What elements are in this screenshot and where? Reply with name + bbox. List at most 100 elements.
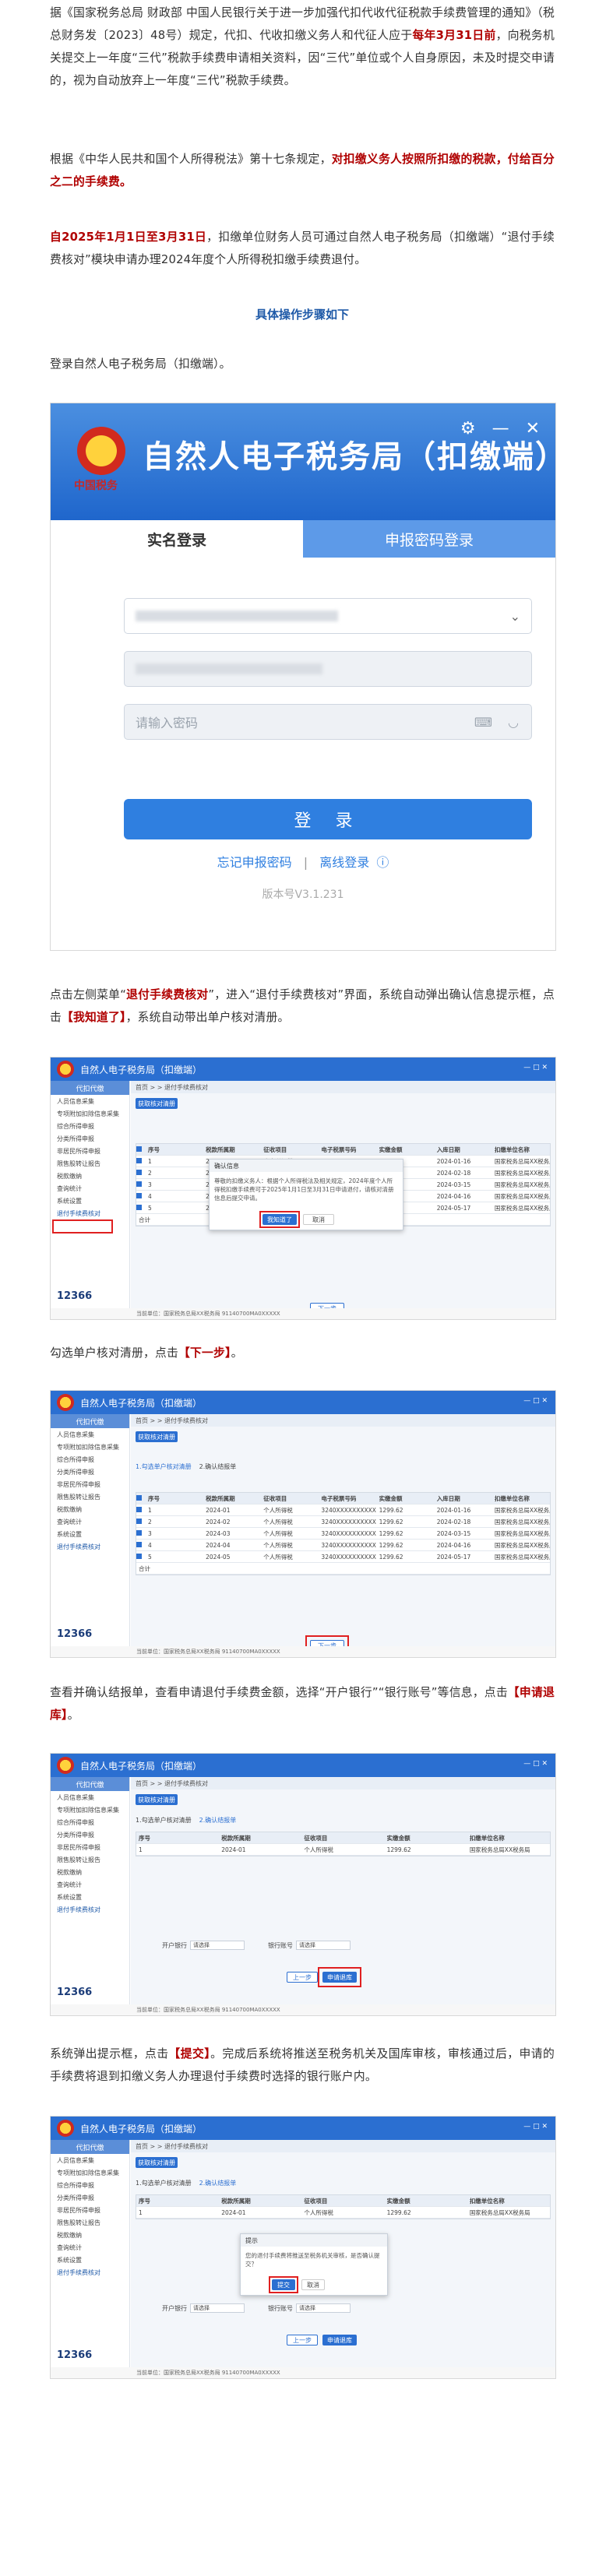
- password-input[interactable]: 请输入密码 ⌨ ◡: [124, 704, 532, 740]
- sidebar-item-refund-check[interactable]: 退付手续费核对: [51, 1903, 129, 1916]
- dialog-text: 尊敬的扣缴义务人：根据个人所得税法及相关规定，2024年度个人所得税扣缴手续费可…: [214, 1177, 394, 1202]
- step2-text: 点击左侧菜单“退付手续费核对”，进入“退付手续费核对”界面，系统自动弹出确认信息…: [50, 988, 555, 1024]
- sidebar-item[interactable]: 非居民所得申报: [51, 1145, 129, 1157]
- tab-step2[interactable]: 2.确认结报单: [199, 1816, 237, 1825]
- sidebar-item[interactable]: 限售股转让报告: [51, 2216, 129, 2229]
- bank-select[interactable]: 请选择: [190, 1941, 245, 1950]
- login-button[interactable]: 登 录: [124, 799, 532, 839]
- close-icon[interactable]: ✕: [526, 419, 540, 438]
- intro-paragraph: 据《国家税务总局 财政部 中国人民银行关于进一步加强代扣代收代征税款手续费管理的…: [50, 6, 555, 87]
- sidebar-item-refund-check[interactable]: 退付手续费核对: [51, 1207, 129, 1219]
- bank-row: 开户银行 请选择 银行账号 请选择: [162, 2303, 351, 2313]
- breadcrumb: 首页 > > 退付手续费核对: [131, 1414, 555, 1427]
- get-list-button[interactable]: 获取核对清册: [136, 1098, 178, 1109]
- keyboard-icon[interactable]: ⌨: [474, 715, 492, 730]
- sidebar-item[interactable]: 专项附加扣除信息采集: [51, 1804, 129, 1816]
- prev-button[interactable]: 上一步: [287, 2335, 318, 2345]
- chevron-down-icon: ⌄: [509, 608, 520, 624]
- tax-logo-icon: [57, 1394, 74, 1411]
- sidebar-item[interactable]: 分类所得申报: [51, 1132, 129, 1145]
- sidebar-item[interactable]: 限售股转让报告: [51, 1157, 129, 1170]
- emblem-caption: 中国税务: [74, 480, 118, 492]
- minimize-icon[interactable]: —: [492, 419, 509, 438]
- get-list-button[interactable]: 获取核对清册: [136, 1794, 178, 1805]
- get-list-button[interactable]: 获取核对清册: [136, 1431, 178, 1442]
- sidebar-item[interactable]: 分类所得申报: [51, 2191, 129, 2204]
- sidebar-item[interactable]: 查询统计: [51, 1515, 129, 1528]
- account-select[interactable]: 请选择: [296, 1941, 351, 1950]
- sidebar-item[interactable]: 人员信息采集: [51, 1428, 129, 1441]
- eye-icon[interactable]: ◡: [508, 715, 519, 730]
- step5-text: 系统弹出提示框，点击【提交】。完成后系统将推送至税务机关及国库审核，审核通过后，…: [50, 2047, 555, 2083]
- settings-icon[interactable]: ⚙: [460, 419, 476, 438]
- highlight-box: [269, 2276, 298, 2293]
- data-table: 序号 税款所属期 征收项目 电子税票号码 实缴金额 入库日期 扣缴单位名称 1 2024-01…: [136, 1492, 551, 1575]
- sidebar: 代扣代缴 人员信息采集 专项附加扣除信息采集 综合所得申报 分类所得申报 非居民…: [51, 1777, 130, 2015]
- sidebar-item[interactable]: 税款缴纳: [51, 2229, 129, 2241]
- sidebar-item[interactable]: 非居民所得申报: [51, 1478, 129, 1490]
- sidebar-item[interactable]: 人员信息采集: [51, 2154, 129, 2166]
- table-row[interactable]: 12024-01个人所得税3240XXXXXXXXXX1299.622024-0…: [136, 1504, 550, 1516]
- user-field[interactable]: [124, 651, 532, 687]
- app-header: 自然人电子税务局（扣缴端） — □ ✕: [51, 1391, 555, 1414]
- tab-password-login[interactable]: 申报密码登录: [303, 520, 555, 558]
- sidebar-item[interactable]: 非居民所得申报: [51, 2204, 129, 2216]
- table-row[interactable]: 32024-03个人所得税3240XXXXXXXXXX1299.622024-0…: [136, 1528, 550, 1540]
- sidebar-item[interactable]: 综合所得申报: [51, 2179, 129, 2191]
- sidebar-item[interactable]: 专项附加扣除信息采集: [51, 1441, 129, 1453]
- sidebar-item[interactable]: 税款缴纳: [51, 1866, 129, 1878]
- table-row[interactable]: 42024-04个人所得税3240XXXXXXXXXX1299.622024-0…: [136, 1540, 550, 1551]
- sidebar-header: 代扣代缴: [51, 1777, 129, 1791]
- sidebar-item[interactable]: 系统设置: [51, 1195, 129, 1207]
- app-header: 自然人电子税务局（扣缴端） — □ ✕: [51, 1754, 555, 1777]
- sidebar-item[interactable]: 税款缴纳: [51, 1170, 129, 1182]
- sidebar-item[interactable]: 分类所得申报: [51, 1828, 129, 1841]
- get-list-button[interactable]: 获取核对清册: [136, 2157, 178, 2168]
- forgot-password-link[interactable]: 忘记申报密码: [217, 855, 292, 870]
- dialog-cancel-button[interactable]: 取消: [303, 1214, 334, 1225]
- table-row[interactable]: 52024-05个人所得税3240XXXXXXXXXX1299.622024-0…: [136, 1551, 550, 1563]
- tab-step2[interactable]: 2.确认结报单: [199, 1462, 237, 1471]
- sidebar-item[interactable]: 系统设置: [51, 2254, 129, 2266]
- law-paragraph: 根据《中华人民共和国个人所得税法》第十七条规定，对扣缴义务人按照所扣缴的税款，付…: [50, 153, 555, 188]
- tab-step1[interactable]: 1.勾选单户核对清册: [136, 1816, 192, 1825]
- tab-real-name-login[interactable]: 实名登录: [51, 520, 303, 558]
- sidebar-item[interactable]: 综合所得申报: [51, 1120, 129, 1132]
- sidebar-item[interactable]: 专项附加扣除信息采集: [51, 1107, 129, 1120]
- dialog-cancel-button[interactable]: 取消: [301, 2279, 325, 2290]
- sidebar-item-refund-check[interactable]: 退付手续费核对: [51, 1540, 129, 1553]
- sidebar-item[interactable]: 非居民所得申报: [51, 1841, 129, 1853]
- sidebar-item[interactable]: 税款缴纳: [51, 1503, 129, 1515]
- prev-button[interactable]: 上一步: [287, 1972, 318, 1983]
- app-screenshot-report: 自然人电子税务局（扣缴端） — □ ✕ 代扣代缴 人员信息采集 专项附加扣除信息…: [50, 1753, 556, 2016]
- unit-select[interactable]: ⌄: [124, 598, 532, 634]
- sidebar-item[interactable]: 限售股转让报告: [51, 1853, 129, 1866]
- sidebar-item[interactable]: 查询统计: [51, 2241, 129, 2254]
- sidebar-item-refund-check[interactable]: 退付手续费核对: [51, 2266, 129, 2279]
- window-controls: — □ ✕: [523, 1064, 548, 1072]
- offline-login-link[interactable]: 离线登录: [319, 855, 369, 870]
- sidebar-item[interactable]: 查询统计: [51, 1878, 129, 1891]
- sidebar-item[interactable]: 综合所得申报: [51, 1453, 129, 1466]
- confirm-dialog: 确认信息 尊敬的扣缴义务人：根据个人所得税法及相关规定，2024年度个人所得税扣…: [209, 1159, 403, 1230]
- apply-refund-button[interactable]: 申请退库: [322, 2335, 357, 2345]
- sidebar-item[interactable]: 人员信息采集: [51, 1791, 129, 1804]
- sidebar-item[interactable]: 综合所得申报: [51, 1816, 129, 1828]
- step-tabs: 1.勾选单户核对清册 2.确认结报单: [136, 1816, 236, 1825]
- sidebar-item[interactable]: 限售股转让报告: [51, 1490, 129, 1503]
- sidebar-item[interactable]: 查询统计: [51, 1182, 129, 1195]
- table-row[interactable]: 22024-02个人所得税3240XXXXXXXXXX1299.622024-0…: [136, 1516, 550, 1528]
- bank-select[interactable]: 请选择: [190, 2303, 245, 2313]
- sidebar-item[interactable]: 系统设置: [51, 1891, 129, 1903]
- table-header: 序号 税款所属期 征收项目 电子税票号码 实缴金额 入库日期 扣缴单位名称: [136, 1144, 550, 1156]
- sidebar-item[interactable]: 人员信息采集: [51, 1095, 129, 1107]
- sidebar-item[interactable]: 系统设置: [51, 1528, 129, 1540]
- sidebar-item[interactable]: 分类所得申报: [51, 1466, 129, 1478]
- hotline-label: 12366: [57, 1290, 93, 1302]
- tab-step2[interactable]: 2.确认结报单: [199, 2179, 237, 2187]
- tab-step1[interactable]: 1.勾选单户核对清册: [136, 2179, 192, 2187]
- sidebar-item[interactable]: 专项附加扣除信息采集: [51, 2166, 129, 2179]
- tab-step1[interactable]: 1.勾选单户核对清册: [136, 1462, 192, 1471]
- account-select[interactable]: 请选择: [296, 2303, 351, 2313]
- tax-logo-icon: [57, 2120, 74, 2137]
